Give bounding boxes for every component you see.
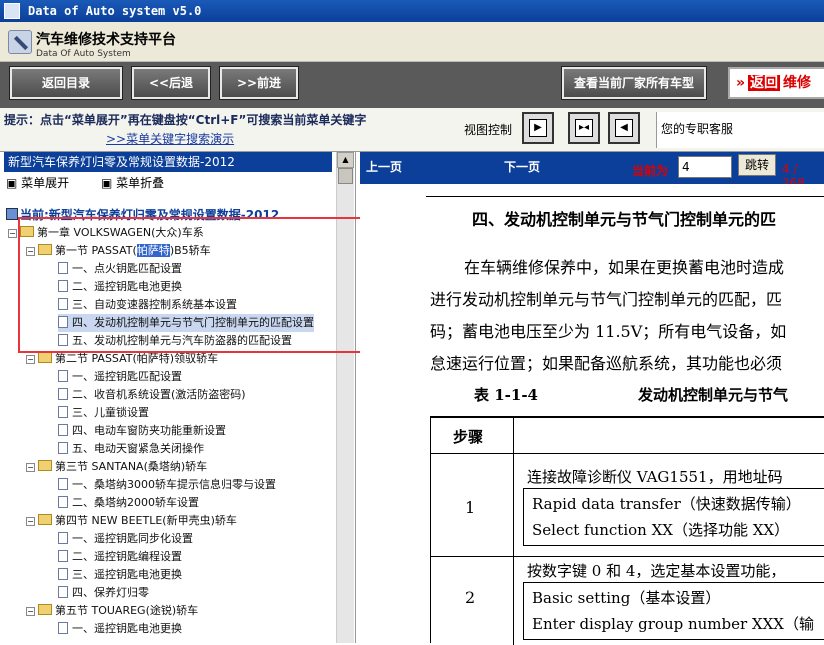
folder-icon	[38, 604, 52, 615]
steps-table: 步骤 1 连接故障诊断仪 VAG1551，用地址码 Rapid data tra…	[430, 416, 824, 645]
app-header: 汽车维修技术支持平台 Data Of Auto System	[0, 22, 824, 62]
menu-expand-button[interactable]: ▣ 菜单展开	[6, 176, 83, 190]
document-icon	[58, 478, 68, 490]
document-icon	[58, 442, 68, 454]
document-icon	[58, 550, 68, 562]
collapse-toggle-icon: −	[26, 607, 35, 616]
app-title: 汽车维修技术支持平台	[36, 32, 176, 48]
paragraph-line: 在车辆维修保养中，如果在更换蓄电池时造成	[464, 258, 785, 277]
row-divider	[431, 556, 824, 557]
step-text: 连接故障诊断仪 VAG1551，用地址码	[527, 468, 783, 486]
split-arrows-icon: ▸◂	[575, 119, 593, 137]
screen-display-box: Basic setting（基本设置） Enter display group …	[523, 582, 824, 640]
view-all-models-button[interactable]: 查看当前厂家所有车型	[561, 66, 707, 100]
step-number: 1	[465, 498, 476, 517]
step-text: 按数字键 0 和 4，选定基本设置功能，	[527, 562, 786, 580]
document-icon	[58, 406, 68, 418]
tree-section[interactable]: − 第三节 SANTANA(桑塔纳)轿车	[26, 458, 207, 476]
collapse-toggle-icon: −	[26, 517, 35, 526]
window-title: Data of Auto system v5.0	[28, 4, 202, 18]
paragraph-line: 怠速运行位置；如果配备巡航系统，其功能也必须	[430, 354, 783, 373]
menu-actions: ▣ 菜单展开 ▣ 菜单折叠	[6, 174, 192, 191]
document-icon	[58, 532, 68, 544]
customer-service-field[interactable]: 您的专职客服	[656, 112, 824, 148]
tree-section[interactable]: − 第四节 NEW BEETLE(新甲壳虫)轿车	[26, 512, 237, 530]
folder-icon	[38, 460, 52, 471]
document-icon	[58, 622, 68, 634]
collapse-toggle-icon: −	[26, 463, 35, 472]
tree-item[interactable]: 四、保养灯归零	[58, 584, 149, 602]
tree-item[interactable]: 二、遥控钥匙编程设置	[58, 548, 182, 566]
main-toolbar: 返回目录 <<后退 >>前进 查看当前厂家所有车型 » 返回 维修	[0, 62, 824, 108]
return-label: 返回	[748, 75, 781, 91]
tree-item[interactable]: 一、遥控钥匙匹配设置	[58, 368, 182, 386]
tree-item[interactable]: 三、遥控钥匙电池更换	[58, 566, 182, 584]
arrow-left-icon: ◀	[615, 119, 633, 137]
next-page-link[interactable]: 下一页	[504, 158, 540, 175]
tree-item[interactable]: 一、遥控钥匙同步化设置	[58, 530, 193, 548]
back-to-directory-button[interactable]: 返回目录	[9, 66, 123, 100]
table-title: 发动机控制单元与节气	[638, 386, 789, 404]
tree-section[interactable]: − 第五节 TOUAREG(途锐)轿车	[26, 602, 198, 620]
return-repair-button[interactable]: » 返回 维修	[728, 67, 824, 99]
document-icon	[58, 370, 68, 382]
step-number: 2	[465, 588, 476, 607]
window-titlebar: Data of Auto system v5.0	[0, 0, 824, 22]
document-page: 四、发动机控制单元与节气门控制单元的匹 在车辆维修保养中，如果在更换蓄电池时造成…	[360, 184, 824, 645]
view-control-label: 视图控制	[464, 123, 513, 137]
paragraph-line: 进行发动机控制单元与节气门控制单元的匹配，匹	[430, 290, 783, 309]
menu-collapse-button[interactable]: ▣ 菜单折叠	[101, 176, 178, 190]
annotation-highlight-box	[18, 217, 372, 353]
tree-item[interactable]: 五、电动天窗紧急关闭操作	[58, 440, 204, 458]
tree-item[interactable]: 一、遥控钥匙电池更换	[58, 620, 182, 638]
tree-item[interactable]: 二、收音机系统设置(激活防盗密码)	[58, 386, 246, 404]
scroll-up-icon[interactable]: ▲	[337, 152, 354, 168]
app-subtitle: Data Of Auto System	[36, 49, 131, 59]
arrow-right-icon: ▶	[529, 119, 547, 137]
page-number-input[interactable]: 4	[678, 156, 732, 178]
menu-panel-title: 新型汽车保养灯归零及常规设置数据-2012	[4, 152, 332, 172]
app-icon	[4, 3, 20, 19]
repair-label: 维修	[783, 75, 812, 91]
document-icon	[58, 388, 68, 400]
forward-button[interactable]: >>前进	[219, 66, 299, 100]
tree-item[interactable]: 三、儿童锁设置	[58, 404, 149, 422]
tree-item[interactable]: 四、电动车窗防夹功能重新设置	[58, 422, 226, 440]
prev-page-link[interactable]: 上一页	[366, 158, 402, 175]
view-expand-left-button[interactable]: ◀	[608, 112, 640, 144]
folder-icon	[38, 352, 52, 363]
collapse-toggle-icon: −	[26, 355, 35, 364]
book-icon	[6, 208, 18, 220]
scroll-thumb[interactable]	[338, 168, 353, 184]
folder-icon	[38, 514, 52, 525]
current-page-label: 当前为	[632, 164, 669, 178]
document-icon	[58, 568, 68, 580]
document-icon	[58, 496, 68, 508]
tree-item[interactable]: 一、桑塔纳3000轿车提示信息归零与设置	[58, 476, 276, 494]
column-divider	[513, 418, 514, 645]
table-caption: 表 1-1-4	[474, 386, 538, 404]
document-viewer: 上一页 下一页 当前为 4 跳转 4 / 268 四、发动机控制单元与节气门控制…	[360, 152, 824, 645]
screen-display-box: Rapid data transfer（快速数据传输） Select funct…	[523, 488, 824, 546]
wrench-logo-icon	[8, 30, 32, 54]
paragraph-line: 码；蓄电池电压至少为 11.5V；所有电气设备，如	[430, 322, 787, 341]
collapse-toggle-icon: −	[8, 229, 17, 238]
double-chevron-icon: »	[736, 75, 746, 91]
jump-button[interactable]: 跳转	[738, 154, 776, 176]
document-icon	[58, 586, 68, 598]
hint-bar: 提示：点击“菜单展开”再在键盘按“Ctrl+F”可搜索当前菜单关键字 >>菜单关…	[0, 108, 824, 152]
hint-text: 提示：点击“菜单展开”再在键盘按“Ctrl+F”可搜索当前菜单关键字	[4, 113, 367, 127]
section-heading: 四、发动机控制单元与节气门控制单元的匹	[472, 210, 777, 229]
view-split-button[interactable]: ▸◂	[568, 112, 600, 144]
view-expand-right-button[interactable]: ▶	[522, 112, 554, 144]
document-icon	[58, 424, 68, 436]
page-rule	[426, 196, 824, 197]
search-demo-link[interactable]: >>菜单关键字搜索演示	[106, 130, 234, 147]
page-navigation: 上一页 下一页 当前为 4 跳转 4 / 268	[360, 152, 824, 190]
tree-item[interactable]: 二、桑塔纳2000轿车设置	[58, 494, 199, 512]
table-header: 步骤	[431, 418, 824, 454]
back-button[interactable]: <<后退	[131, 66, 211, 100]
